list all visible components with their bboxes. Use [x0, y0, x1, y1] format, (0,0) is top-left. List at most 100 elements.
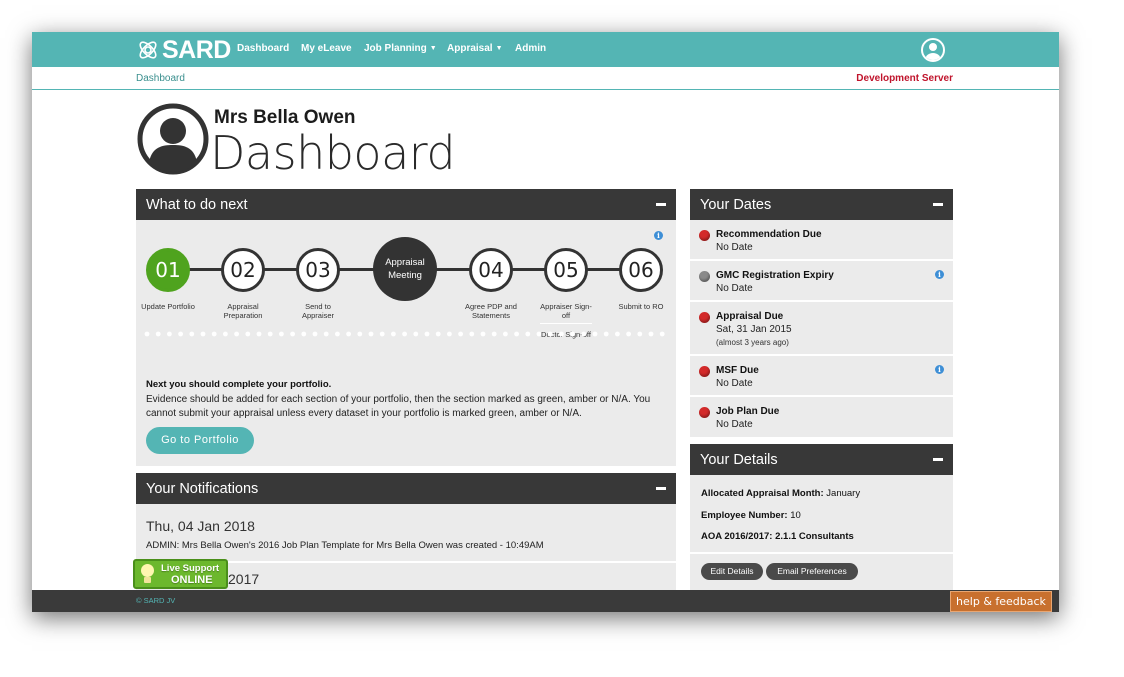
collapse-icon[interactable] — [656, 487, 666, 490]
next-step-heading: Next you should complete your portfolio. — [146, 379, 332, 390]
divider — [690, 552, 953, 554]
sard-logo[interactable]: SARD — [136, 36, 231, 64]
info-icon[interactable]: i — [654, 231, 663, 240]
divider-dot — [335, 331, 340, 337]
status-red-dot-icon — [699, 312, 710, 323]
divider-dot — [413, 331, 419, 337]
copyright-text[interactable]: © SARD JV — [136, 596, 175, 605]
dotted-divider — [144, 331, 665, 337]
divider-dot — [379, 331, 385, 337]
status-grey-dot-icon — [699, 271, 710, 282]
divider-dot — [592, 331, 598, 337]
date-note: (almost 3 years ago) — [716, 338, 789, 347]
date-title: MSF Due — [716, 365, 759, 376]
appraisal-meeting-circle[interactable]: Appraisal Meeting — [373, 237, 437, 301]
collapse-icon[interactable] — [933, 203, 943, 206]
nav-appraisal-label: Appraisal — [447, 43, 493, 54]
top-navbar: SARD Dashboard My eLeave Job Planning ▼ A… — [32, 32, 1059, 67]
divider-dot — [559, 331, 564, 337]
panel-header: Your Details — [690, 444, 953, 475]
status-red-dot-icon — [699, 366, 710, 377]
live-support-button[interactable]: Live Support ONLINE — [133, 559, 228, 589]
divider-dot — [279, 331, 284, 337]
divider-dot — [323, 331, 329, 337]
next-step-body: Evidence should be added for each sectio… — [146, 394, 651, 419]
lightbulb-base — [144, 577, 151, 583]
step-02-circle[interactable]: 02 — [221, 248, 265, 292]
status-red-dot-icon — [699, 407, 710, 418]
nav-my-eleave[interactable]: My eLeave — [301, 43, 352, 54]
edit-details-button[interactable]: Edit Details — [701, 563, 763, 580]
panel-header: Your Notifications — [136, 473, 676, 504]
divider-dot — [234, 331, 239, 337]
divider-dot — [312, 331, 318, 337]
panel-header: What to do next — [136, 189, 676, 220]
your-details-panel: Your Details Allocated Appraisal Month: … — [690, 444, 953, 594]
detail-label: Allocated Appraisal Month: — [701, 488, 824, 499]
detail-value: 10 — [790, 510, 801, 521]
step-06-label: Submit to RO — [618, 302, 664, 311]
caret-down-icon: ▼ — [429, 45, 437, 52]
user-account-icon[interactable] — [921, 38, 945, 62]
divider-dot — [435, 331, 441, 337]
divider-dot — [178, 331, 183, 337]
date-title: GMC Registration Expiry — [716, 270, 834, 281]
nav-dashboard[interactable]: Dashboard — [237, 43, 289, 54]
step-06-circle[interactable]: 06 — [619, 248, 663, 292]
step-01-circle[interactable]: 01 — [146, 248, 190, 292]
collapse-icon[interactable] — [656, 203, 666, 206]
step-04-circle[interactable]: 04 — [469, 248, 513, 292]
go-to-portfolio-button[interactable]: Go to Portfolio — [146, 427, 254, 454]
divider-dot — [503, 331, 508, 337]
nav-job-planning-label: Job Planning — [364, 43, 427, 54]
divider-dot — [514, 331, 519, 337]
profile-avatar-icon — [137, 103, 209, 175]
detail-value: January — [826, 488, 861, 499]
step-03-circle[interactable]: 03 — [296, 248, 340, 292]
footer: © SARD JV — [32, 590, 1059, 612]
date-item-recommendation: Recommendation Due No Date — [690, 224, 953, 261]
step-05-label: Appraiser Sign-off — [540, 302, 592, 324]
divider-dot — [189, 331, 195, 337]
step-04-label: Agree PDP and Statements — [465, 302, 517, 320]
divider-dot — [648, 331, 654, 337]
divider-dot — [603, 331, 609, 337]
divider-dot — [357, 331, 363, 337]
notification-date: 2017 — [228, 571, 260, 587]
collapse-icon[interactable] — [933, 458, 943, 461]
nav-admin[interactable]: Admin — [515, 43, 546, 54]
aoa-line: AOA 2016/2017: 2.1.1 Consultants — [701, 531, 854, 542]
step-05-circle[interactable]: 05 — [544, 248, 588, 292]
email-preferences-button[interactable]: Email Preferences — [766, 563, 858, 580]
lightbulb-icon — [141, 564, 154, 577]
divider-dot — [480, 331, 486, 337]
browser-window: SARD Dashboard My eLeave Job Planning ▼ A… — [32, 32, 1059, 612]
nav-job-planning[interactable]: Job Planning ▼ — [364, 43, 437, 54]
date-value: No Date — [716, 378, 753, 389]
help-feedback-button[interactable]: help & feedback — [950, 591, 1052, 612]
user-silhouette-icon — [925, 43, 941, 60]
meeting-label-2: Meeting — [388, 270, 422, 281]
date-item-appraisal: Appraisal Due Sat, 31 Jan 2015 (almost 3… — [690, 306, 953, 356]
info-icon[interactable]: i — [935, 365, 944, 374]
date-value: No Date — [716, 419, 753, 430]
date-item-gmc: GMC Registration Expiry No Date i — [690, 265, 953, 302]
nav-appraisal[interactable]: Appraisal ▼ — [447, 43, 503, 54]
date-value: Sat, 31 Jan 2015 — [716, 324, 792, 335]
date-value: No Date — [716, 242, 753, 253]
divider-dot — [570, 331, 575, 337]
info-icon[interactable]: i — [935, 270, 944, 279]
date-title: Appraisal Due — [716, 311, 784, 322]
step-03-label: Send to Appraiser — [301, 302, 335, 320]
divider-dot — [491, 331, 497, 337]
date-title: Recommendation Due — [716, 229, 822, 240]
meeting-label-1: Appraisal — [385, 257, 425, 268]
divider-dot — [144, 331, 150, 337]
breadcrumb[interactable]: Dashboard — [136, 73, 185, 84]
divider-dot — [256, 331, 262, 337]
step-02-label: Appraisal Preparation — [223, 302, 263, 320]
divider-dot — [447, 331, 452, 337]
divider-dot — [155, 331, 161, 337]
divider-dot — [525, 331, 531, 337]
sard-logo-icon — [139, 41, 157, 59]
